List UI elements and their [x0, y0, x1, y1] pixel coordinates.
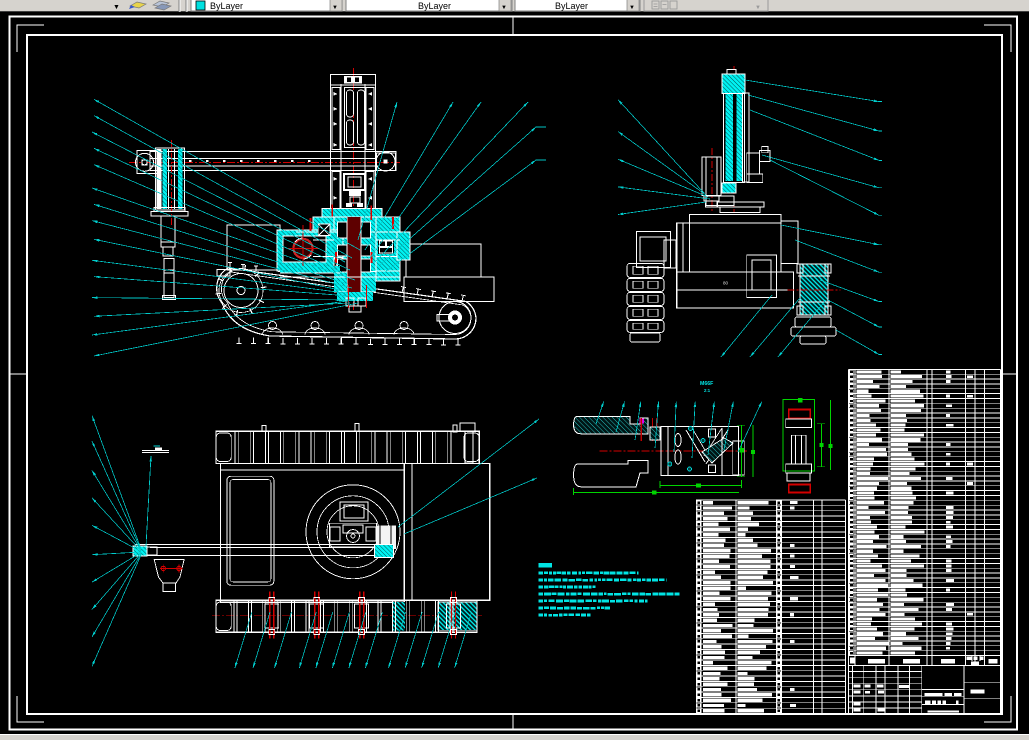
svg-text:▼: ▼: [332, 5, 338, 11]
svg-text:ByLayer: ByLayer: [210, 1, 243, 11]
svg-text:ByLayer: ByLayer: [418, 1, 451, 11]
svg-text:▼: ▼: [755, 5, 761, 11]
svg-text:ByLayer: ByLayer: [555, 1, 588, 11]
svg-text:▼: ▼: [501, 5, 507, 11]
svg-text:▼: ▼: [113, 4, 120, 11]
svg-text:80: 80: [723, 281, 729, 286]
svg-text:M66F: M66F: [700, 381, 713, 387]
svg-text:2:1: 2:1: [704, 388, 711, 393]
svg-text:▼: ▼: [629, 5, 635, 11]
